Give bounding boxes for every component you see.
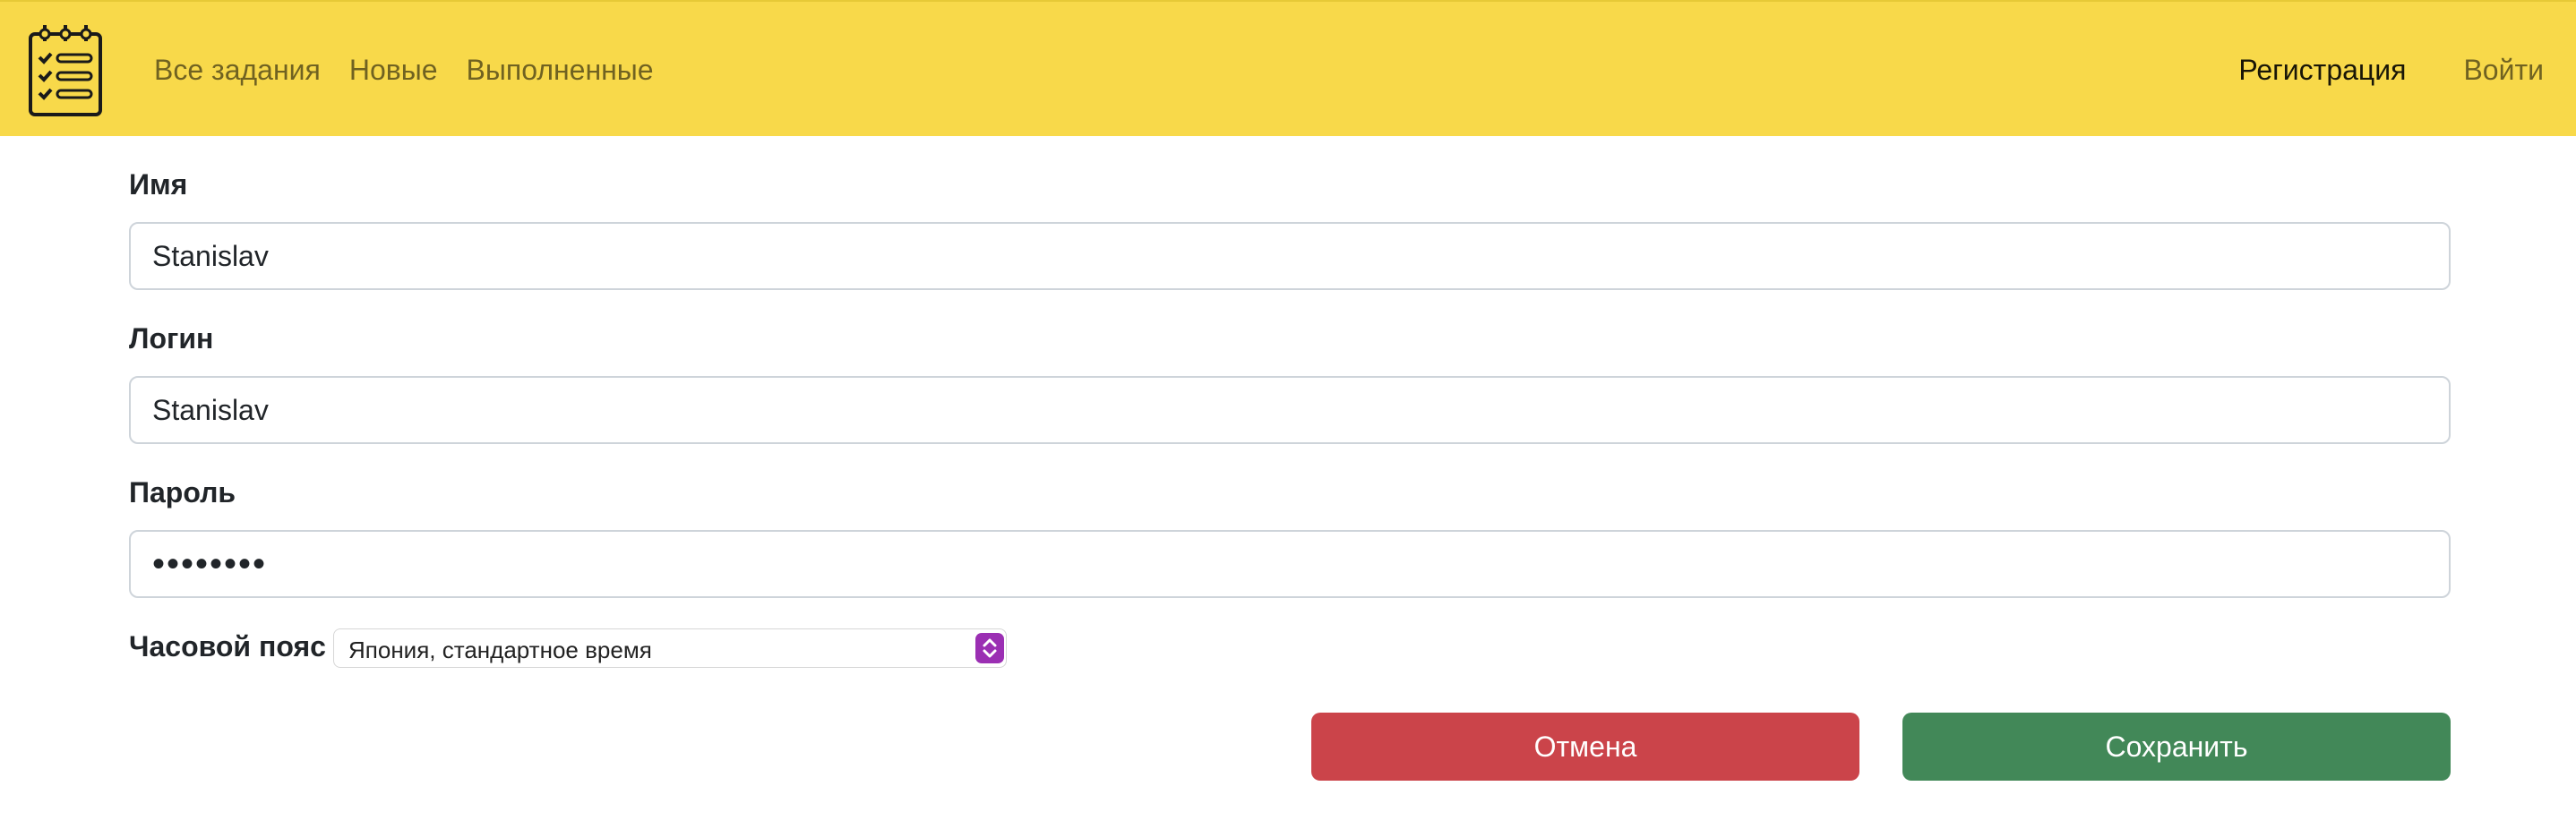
checklist-notepad-icon[interactable] [27,21,104,118]
save-button[interactable]: Сохранить [1902,713,2451,781]
cancel-button[interactable]: Отмена [1311,713,1859,781]
select-updown-icon [975,633,1004,663]
nav-link-new[interactable]: Новые [349,54,438,87]
timezone-select[interactable]: Япония, стандартное время [333,628,1007,668]
nav-link-completed[interactable]: Выполненные [467,54,654,87]
name-field[interactable] [129,222,2451,290]
timezone-label: Часовой пояс [129,630,326,662]
main-nav: Все задания Новые Выполненные [154,2,683,138]
password-label: Пароль [129,476,236,509]
nav-link-all-tasks[interactable]: Все задания [154,54,321,87]
login-field[interactable] [129,376,2451,444]
nav-link-register[interactable]: Регистрация [2238,54,2406,87]
name-label: Имя [129,168,188,201]
nav-link-login[interactable]: Войти [2463,54,2544,87]
navbar: Все задания Новые Выполненные Регистраци… [0,0,2576,136]
timezone-selected-value: Япония, стандартное время [348,637,652,663]
login-label: Логин [129,322,214,355]
password-field[interactable] [129,530,2451,598]
auth-nav: Регистрация Войти [2238,2,2576,138]
